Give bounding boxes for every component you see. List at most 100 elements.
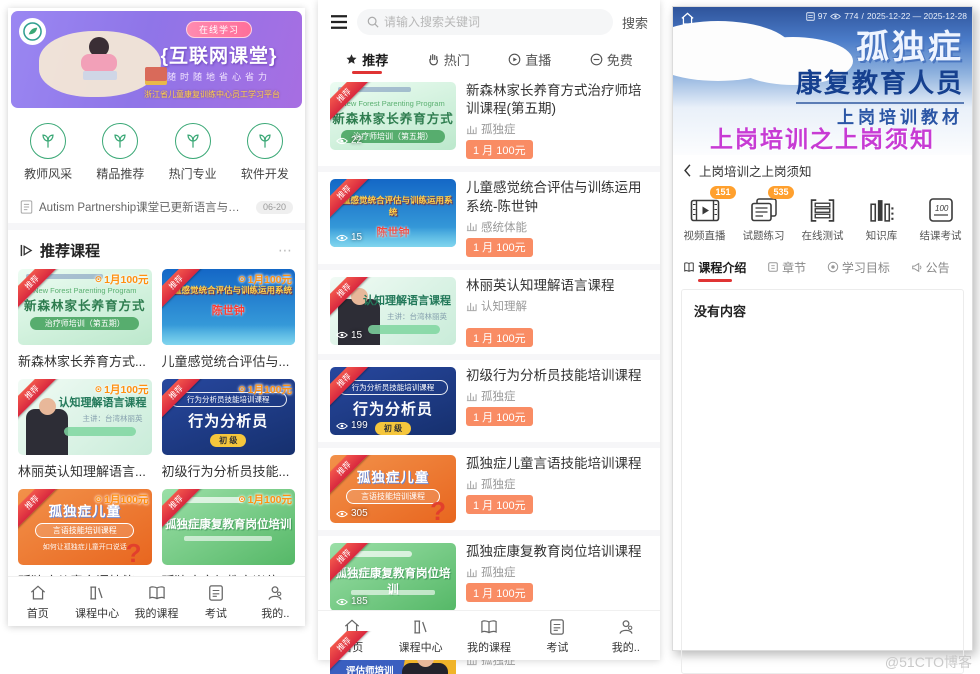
course-thumbnail: 推荐 儿童感觉统合评估与训练运用系统 陈世钟 15 [330, 179, 456, 247]
document-icon [20, 200, 33, 214]
tab-chapters[interactable]: 章节 [751, 252, 823, 282]
course-list-item[interactable]: 推荐 认知理解语言课程 主讲：台湾林丽英 15 林丽英认知理解语言课程 认知理解… [318, 270, 660, 354]
feature-online-test[interactable]: 在线测试 [793, 193, 852, 243]
quick-nav-label: 热门专业 [169, 165, 217, 182]
feature-video-live[interactable]: 151 视频直播 [675, 193, 734, 243]
feature-label: 在线测试 [802, 228, 844, 243]
video-live-icon [690, 198, 720, 223]
price-badge: 1 月 100元 [466, 407, 533, 426]
quick-nav-hot-majors[interactable]: 热门专业 [157, 123, 229, 182]
home-screen: 在线学习 {互联网课堂} 随时随地省心省力 浙江省儿童康复训练中心员工学习平台 … [8, 8, 305, 626]
course-title: 新森林家长养育方式治疗师培训课程(第五期) [466, 82, 648, 118]
question-practice-icon [750, 197, 778, 223]
course-list-item[interactable]: 推荐 孤独症儿童 言语技能培训课程 305 孤独症儿童言语技能培训课程 孤独症 … [318, 448, 660, 530]
home-icon [680, 12, 695, 26]
nav-profile[interactable]: 我的.. [592, 611, 660, 660]
nav-exam[interactable]: 考试 [186, 577, 245, 626]
live-play-icon [508, 53, 521, 66]
tab-recommend[interactable]: 推荐 [326, 44, 408, 75]
nav-exam[interactable]: 考试 [523, 611, 591, 660]
bottom-nav: 首页 课程中心 我的课程 考试 我的.. [8, 576, 305, 626]
exam-paper-icon [547, 617, 567, 637]
free-icon [590, 53, 603, 66]
feature-label: 试题练习 [743, 228, 785, 243]
course-card[interactable]: 推荐 ⊙1月100元 New Forest Parenting Program … [18, 269, 152, 379]
bottom-nav: 首页 课程中心 我的课程 考试 我的.. [318, 610, 660, 660]
menu-icon[interactable] [330, 14, 348, 30]
course-category: 孤独症 [466, 121, 648, 137]
search-bar[interactable] [357, 9, 613, 35]
tab-announcements[interactable]: 公告 [894, 252, 966, 282]
course-thumbnail: 推荐 孤独症儿童 言语技能培训课程 305 [330, 455, 456, 523]
course-category: 孤独症 [466, 388, 648, 404]
quick-nav-software[interactable]: 软件开发 [229, 123, 301, 182]
course-list-item[interactable]: 推荐 行为分析员技能培训课程 行为分析员 初 级 199 初级行为分析员技能培训… [318, 360, 660, 442]
tab-live[interactable]: 直播 [489, 44, 571, 75]
feature-row: 151 视频直播 535 试题练习 在线测试 知识库 100 [673, 184, 972, 252]
course-title: 初级行为分析员技能... [162, 461, 296, 480]
price-overlay: ⊙1月100元 [95, 382, 149, 397]
nav-my-courses[interactable]: 我的课程 [127, 577, 186, 626]
price-badge: 1 月 100元 [466, 495, 533, 514]
final-exam-icon: 100 [928, 197, 954, 223]
detail-title-bar: 上岗培训之上岗须知 [673, 155, 972, 184]
back-chevron-icon[interactable] [683, 164, 692, 177]
nav-label: 我的.. [261, 605, 289, 621]
thumb-subtitle: 言语技能培训课程 [346, 489, 439, 504]
quick-nav-featured[interactable]: 精品推荐 [84, 123, 156, 182]
thumb-subtitle: 治疗师培训（第五期） [30, 317, 139, 330]
page-title: 上岗培训之上岗须知 [699, 161, 812, 180]
exam-paper-icon [206, 583, 226, 603]
course-card[interactable]: 推荐 ⊙1月100元 儿童感觉统合评估与训练运用系统 陈世钟 儿童感觉统合评估与… [162, 269, 296, 379]
search-button[interactable]: 搜索 [622, 13, 648, 32]
person-icon [616, 617, 636, 637]
hero-banner[interactable]: 在线学习 {互联网课堂} 随时随地省心省力 浙江省儿童康复训练中心员工学习平台 [11, 11, 302, 108]
tab-hot[interactable]: 热门 [408, 44, 490, 75]
course-card[interactable]: 推荐 ⊙1月100元 行为分析员技能培训课程 行为分析员 初 级 初级行为分析员… [162, 379, 296, 489]
thumb-title: 新森林家长养育方式 [330, 108, 456, 127]
course-title: 儿童感觉统合评估与... [162, 351, 296, 370]
notice-bar[interactable]: Autism Partnership课堂已更新语言与沟通课程：中阶 06-20 [8, 192, 305, 223]
home-icon[interactable] [680, 12, 695, 26]
thumb-text-en: New Forest Parenting Program [18, 286, 152, 295]
target-icon [827, 261, 839, 273]
course-thumbnail: 推荐 ⊙1月100元 孤独症儿童 言语技能培训课程 如何让孤独症儿童开口说话 [18, 489, 152, 565]
nav-home[interactable]: 首页 [8, 577, 67, 626]
course-list-item[interactable]: 推荐 儿童感觉统合评估与训练运用系统 陈世钟 15 儿童感觉统合评估与训练运用系… [318, 172, 660, 263]
feature-final-exam[interactable]: 100 结课考试 [911, 193, 970, 243]
course-thumbnail: 推荐 New Forest Parenting Program 新森林家长养育方… [330, 82, 456, 150]
thumb-level-badge: 初 级 [210, 434, 246, 447]
course-list-item[interactable]: 推荐 New Forest Parenting Program 新森林家长养育方… [318, 75, 660, 166]
nav-label: 我的课程 [467, 639, 511, 655]
feature-question-practice[interactable]: 535 试题练习 [734, 193, 793, 243]
nav-my-courses[interactable]: 我的课程 [455, 611, 523, 660]
divider [8, 223, 305, 230]
feature-knowledge-base[interactable]: 知识库 [852, 193, 911, 243]
view-count: 15 [336, 330, 362, 341]
eye-icon [336, 331, 348, 339]
tab-free[interactable]: 免费 [571, 44, 653, 75]
tab-learning-goals[interactable]: 学习目标 [823, 252, 895, 282]
course-card[interactable]: 推荐 ⊙1月100元 认知理解语言课程 主讲：台湾林丽英 林丽英认知理解语言..… [18, 379, 152, 489]
knowledge-base-icon [868, 198, 895, 223]
cover-line1: 孤独症 [856, 20, 964, 68]
course-category: 认知理解 [466, 298, 648, 314]
more-button[interactable]: ⋯ [278, 242, 293, 259]
course-list-item[interactable]: 推荐 孤独症康复教育岗位培训 185 孤独症康复教育岗位培训课程 孤独症 1 月… [318, 536, 660, 618]
nav-profile[interactable]: 我的.. [246, 577, 305, 626]
quick-nav-teachers[interactable]: 教师风采 [12, 123, 84, 182]
category-icon [466, 221, 477, 232]
nav-course-center[interactable]: 课程中心 [67, 577, 126, 626]
sprout-icon [110, 131, 130, 151]
nav-label: 考试 [205, 605, 227, 621]
thumb-title: 认知理解语言课程 [363, 292, 451, 308]
recommend-icon [345, 53, 358, 66]
thumb-title: 孤独症康复教育岗位培训 [162, 516, 296, 532]
tab-course-intro[interactable]: 课程介绍 [679, 252, 751, 282]
search-input[interactable] [384, 15, 603, 29]
count-badge: 151 [710, 186, 735, 199]
nav-course-center[interactable]: 课程中心 [386, 611, 454, 660]
nav-label: 首页 [27, 605, 49, 621]
course-cover-banner[interactable]: 97 774 / 2025-12-22 — 2025-12-28 孤独症 康复教… [673, 7, 972, 155]
course-detail-screen: 97 774 / 2025-12-22 — 2025-12-28 孤独症 康复教… [672, 6, 973, 651]
